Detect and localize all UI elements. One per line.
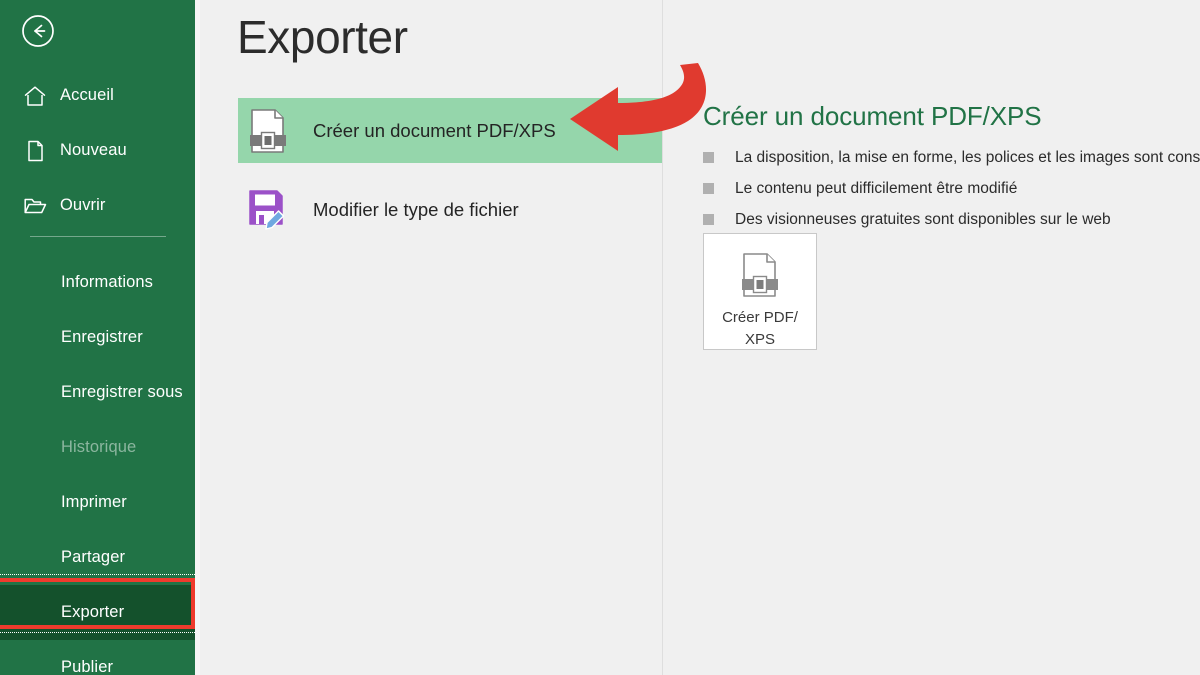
sidebar-item-label: Imprimer: [61, 493, 127, 511]
sidebar-item-partager[interactable]: Partager: [0, 530, 195, 585]
sidebar-item-nouveau[interactable]: Nouveau: [0, 123, 195, 178]
sidebar-item-label: Ouvrir: [60, 196, 106, 214]
home-icon: [22, 83, 48, 109]
sidebar-item-informations[interactable]: Informations: [0, 255, 195, 310]
sidebar-main-nav: Informations Enregistrer Enregistrer sou…: [0, 255, 195, 675]
sidebar-item-label: Partager: [61, 548, 126, 566]
bullet-square-icon: [703, 183, 714, 194]
sidebar-item-label: Exporter: [61, 603, 125, 621]
export-options-column: Créer un document PDF/XPS Modifier le ty…: [200, 0, 662, 675]
sidebar-item-ouvrir[interactable]: Ouvrir: [0, 178, 195, 233]
details-bullet-list: La disposition, la mise en forme, les po…: [703, 142, 1200, 235]
sidebar-item-label: Historique: [61, 438, 137, 456]
sidebar-item-label: Informations: [61, 273, 153, 291]
sidebar-divider: [30, 236, 166, 237]
list-item: La disposition, la mise en forme, les po…: [703, 142, 1200, 173]
sidebar-item-label: Enregistrer: [61, 328, 143, 346]
sidebar-item-enregistrer[interactable]: Enregistrer: [0, 310, 195, 365]
sidebar-item-exporter[interactable]: Exporter: [0, 585, 195, 640]
sidebar-item-publier[interactable]: Publier: [0, 640, 195, 675]
sidebar-item-imprimer[interactable]: Imprimer: [0, 475, 195, 530]
create-pdf-xps-button[interactable]: Créer PDF/ XPS: [703, 233, 817, 350]
new-document-icon: [22, 138, 48, 164]
export-option-label: Créer un document PDF/XPS: [313, 119, 556, 141]
open-folder-icon: [22, 193, 48, 219]
sidebar-item-accueil[interactable]: Accueil: [0, 68, 195, 123]
export-option-creer-pdf-xps[interactable]: Créer un document PDF/XPS: [238, 98, 662, 163]
sidebar-item-label: Accueil: [60, 86, 114, 104]
page-title: Exporter: [237, 11, 408, 63]
create-pdf-xps-button-label: Créer PDF/ XPS: [722, 309, 798, 348]
back-arrow-icon[interactable]: [18, 11, 58, 51]
bullet-text: La disposition, la mise en forme, les po…: [735, 148, 1200, 166]
list-item: Des visionneuses gratuites sont disponib…: [703, 204, 1200, 235]
pdf-document-icon: [245, 108, 291, 154]
backstage-sidebar: Accueil Nouveau Ouvrir Informations Enre…: [0, 0, 195, 675]
sidebar-item-historique: Historique: [0, 420, 195, 475]
list-item: Le contenu peut difficilement être modif…: [703, 173, 1200, 204]
sidebar-item-label: Nouveau: [60, 141, 127, 159]
export-option-modifier-type-fichier[interactable]: Modifier le type de fichier: [238, 177, 662, 242]
bullet-text: Des visionneuses gratuites sont disponib…: [735, 210, 1111, 228]
sidebar-top-nav: Accueil Nouveau Ouvrir: [0, 68, 195, 233]
sidebar-item-enregistrer-sous[interactable]: Enregistrer sous: [0, 365, 195, 420]
bullet-square-icon: [703, 152, 714, 163]
sidebar-item-label: Publier: [61, 658, 114, 675]
excel-backstage-export-screen: Accueil Nouveau Ouvrir Informations Enre…: [0, 0, 1200, 675]
sidebar-item-label: Enregistrer sous: [61, 383, 183, 401]
pdf-document-icon: [738, 252, 782, 298]
details-heading: Créer un document PDF/XPS: [703, 101, 1042, 131]
bullet-text: Le contenu peut difficilement être modif…: [735, 179, 1018, 197]
export-option-label: Modifier le type de fichier: [313, 198, 519, 220]
bullet-square-icon: [703, 214, 714, 225]
floppy-pencil-icon: [245, 187, 291, 233]
